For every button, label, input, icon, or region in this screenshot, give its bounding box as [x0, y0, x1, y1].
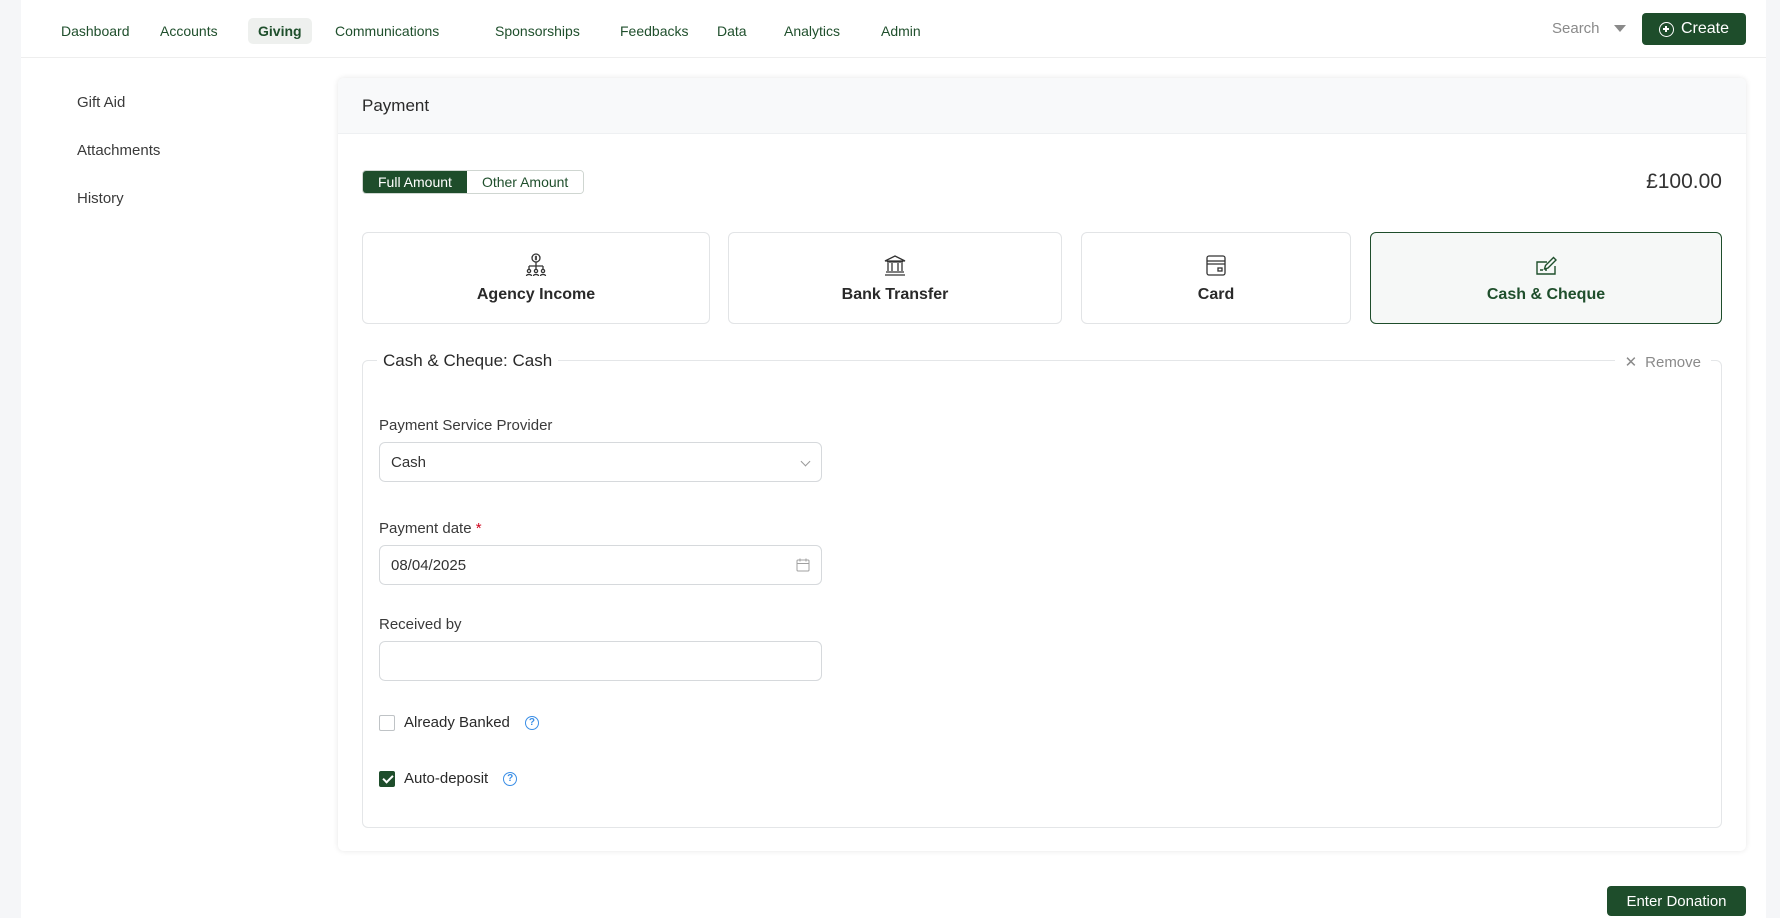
provider-value: Cash — [391, 453, 427, 471]
caret-down-icon[interactable] — [1614, 25, 1626, 32]
create-button[interactable]: Create — [1642, 13, 1746, 45]
method-agency-income[interactable]: Agency Income — [362, 232, 710, 324]
bank-icon — [884, 255, 906, 276]
method-label: Agency Income — [476, 286, 596, 303]
provider-select[interactable]: Cash — [379, 442, 822, 482]
agency-icon — [525, 253, 547, 277]
search-dropdown[interactable]: Search — [1552, 20, 1600, 37]
help-icon[interactable]: ? — [503, 771, 518, 786]
amount-value: £100.00 — [1646, 170, 1722, 193]
nav-analytics[interactable]: Analytics — [774, 18, 850, 44]
nav-giving[interactable]: Giving — [248, 18, 312, 44]
top-nav: Dashboard Accounts Giving Communications… — [21, 0, 1766, 58]
calendar-icon — [796, 558, 810, 572]
method-bank-transfer[interactable]: Bank Transfer — [728, 232, 1062, 324]
nav-dashboard[interactable]: Dashboard — [51, 18, 140, 44]
plus-circle-icon — [1658, 21, 1674, 37]
remove-label: Remove — [1645, 353, 1701, 371]
method-cash-cheque[interactable]: Cash & Cheque — [1370, 232, 1722, 324]
required-mark: * — [475, 520, 482, 537]
auto-deposit-checkbox[interactable] — [379, 770, 395, 787]
nav-feedbacks[interactable]: Feedbacks — [610, 18, 698, 44]
payment-card: Payment Full Amount Other Amount £100.00… — [338, 78, 1746, 851]
page-title: Payment — [362, 96, 430, 115]
method-label: Card — [1197, 286, 1235, 303]
amount-toggle: Full Amount Other Amount — [362, 170, 585, 194]
nav-data[interactable]: Data — [707, 18, 757, 44]
close-icon: ✕ — [1624, 354, 1638, 371]
already-banked-row: Already Banked ? — [379, 714, 539, 731]
sidebar-item-gift-aid[interactable]: Gift Aid — [77, 94, 125, 111]
payment-date-label: Payment date * — [379, 520, 482, 537]
sidebar-item-history[interactable]: History — [77, 190, 124, 207]
chevron-down-icon — [800, 456, 811, 467]
card-header: Payment — [338, 78, 1746, 134]
cheque-icon — [1536, 256, 1557, 275]
nav-admin[interactable]: Admin — [871, 18, 931, 44]
other-amount-button[interactable]: Other Amount — [466, 171, 584, 193]
nav-accounts[interactable]: Accounts — [150, 18, 228, 44]
card-icon — [1206, 255, 1226, 276]
enter-donation-button[interactable]: Enter Donation — [1607, 886, 1746, 916]
payment-date-value: 08/04/2025 — [391, 556, 467, 574]
sidebar-item-attachments[interactable]: Attachments — [77, 142, 160, 159]
auto-deposit-row: Auto-deposit ? — [379, 770, 518, 787]
create-button-label: Create — [1680, 20, 1730, 37]
nav-communications[interactable]: Communications — [325, 18, 449, 44]
method-card[interactable]: Card — [1081, 232, 1351, 324]
section-legend: Cash & Cheque: Cash — [377, 351, 559, 371]
page: Dashboard Accounts Giving Communications… — [21, 0, 1766, 918]
nav-sponsorships[interactable]: Sponsorships — [485, 18, 590, 44]
full-amount-button[interactable]: Full Amount — [363, 171, 467, 193]
method-label: Bank Transfer — [841, 286, 949, 303]
method-label: Cash & Cheque — [1486, 286, 1606, 303]
received-by-label: Received by — [379, 616, 462, 633]
already-banked-checkbox[interactable] — [379, 714, 395, 731]
payment-date-input[interactable]: 08/04/2025 — [379, 545, 822, 585]
auto-deposit-label: Auto-deposit — [404, 770, 489, 787]
remove-button[interactable]: ✕ Remove — [1614, 353, 1711, 371]
already-banked-label: Already Banked — [404, 714, 510, 731]
provider-label: Payment Service Provider — [379, 417, 553, 434]
help-icon[interactable]: ? — [524, 715, 539, 730]
received-by-input[interactable] — [379, 641, 822, 681]
cash-cheque-section: Cash & Cheque: Cash ✕ Remove Payment Ser… — [362, 351, 1722, 828]
